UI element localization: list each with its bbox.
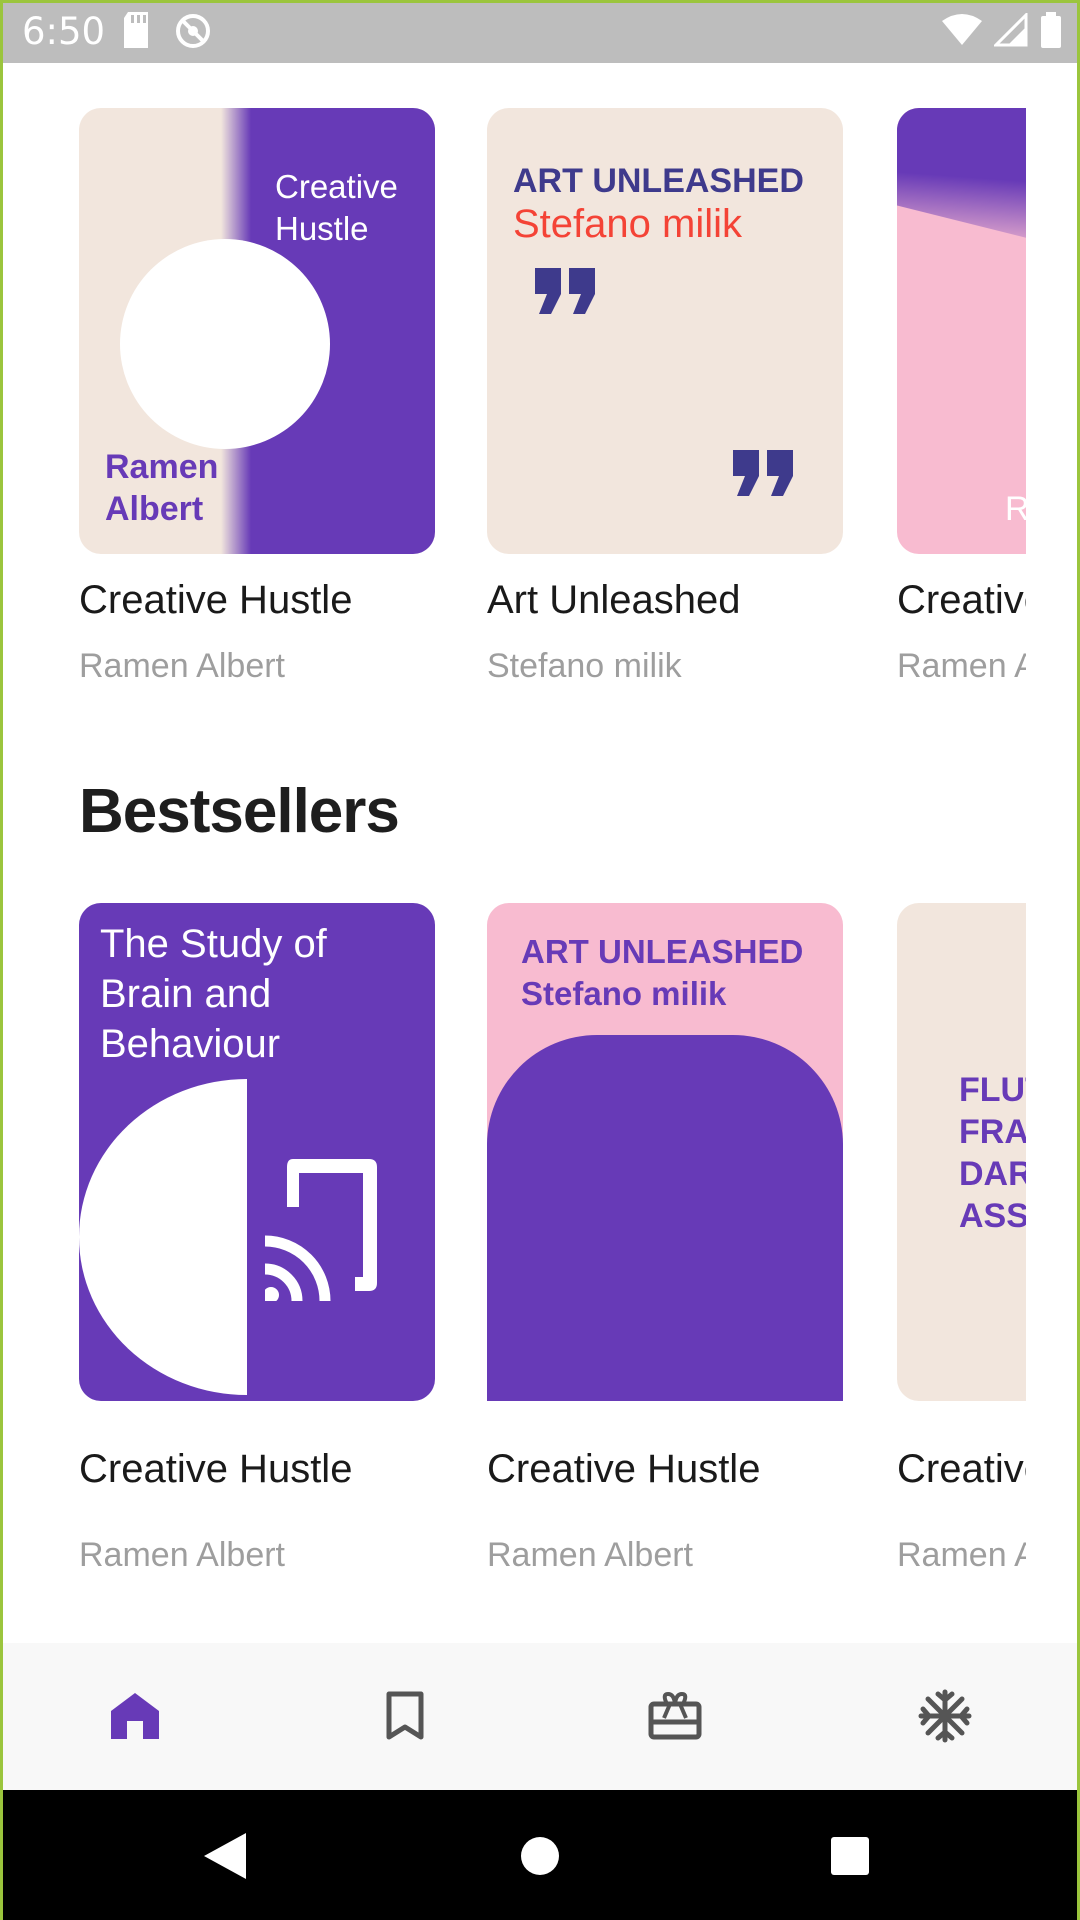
section-title-bestsellers: Bestsellers [79,777,400,846]
cover-corner-text: R [1005,490,1026,528]
cover-author-line: Albert [105,490,204,528]
nav-bookmarks[interactable] [370,1683,440,1753]
book-title[interactable]: Creative Hustle [79,578,435,623]
back-button[interactable] [195,1828,255,1888]
recents-button[interactable] [820,1828,880,1888]
home-circle-icon [519,1835,561,1882]
gift-card-icon [648,1691,702,1745]
home-icon [109,1691,161,1746]
bestsellers-carousel[interactable]: The Study of Brain and Behaviour Creativ… [79,903,1026,1603]
cover-subheading: Stefano milik [513,202,742,246]
cover-title-line: The Study of [100,922,327,966]
cover-title-line: FRA [959,1113,1026,1151]
cover-heading: ART UNLEASHED [513,162,804,200]
status-bar: 6:50 [0,0,1080,63]
book-title[interactable]: Art Unleashed [487,578,843,623]
cover-title-line: Creative [275,168,398,205]
status-time: 6:50 [22,10,106,53]
system-navigation-bar [0,1790,1080,1920]
back-icon [202,1831,248,1886]
book-card[interactable]: ART UNLEASHED Stefano milik Creative Hus… [487,903,843,1575]
book-title[interactable]: Creative Hustle [79,1447,435,1492]
book-card[interactable]: ART UNLEASHED Stefano milik Art Unleashe… [487,108,843,686]
book-cover[interactable]: FLUT FRA DAR ASS [897,903,1026,1401]
quote-close-icon [731,450,797,503]
nav-home[interactable] [100,1683,170,1753]
signal-icon [992,11,1028,52]
book-card[interactable]: The Study of Brain and Behaviour Creativ… [79,903,435,1575]
bottom-navigation [0,1643,1080,1790]
cover-title-line: FLUT [959,1071,1026,1109]
book-author: Stefano milik [487,647,682,685]
wifi-icon [942,13,982,52]
book-title[interactable]: Creative Hustle [487,1447,843,1492]
cover-title-line: ASS [959,1197,1026,1235]
battery-icon [1040,12,1062,53]
book-title[interactable]: Creative Hustle [897,1447,1026,1492]
home-button[interactable] [510,1828,570,1888]
book-author: Ramen Albert [79,647,285,685]
book-cover[interactable]: ART UNLEASHED Stefano milik [487,903,843,1401]
book-author: Ramen Albert [79,1536,285,1574]
snowflake-icon [918,1689,972,1748]
book-cover[interactable]: The Study of Brain and Behaviour [79,903,435,1401]
book-cover[interactable]: Creative Hustle Ramen Albert [79,108,435,554]
cover-title-line: Hustle [275,210,369,247]
cover-subheading: Stefano milik [521,975,727,1012]
book-title[interactable]: Creative Hustle [897,578,1026,623]
book-card[interactable]: FLUT FRA DAR ASS Creative Hustle Ramen A… [897,903,1026,1575]
book-card[interactable]: Creative Hustle Ramen Albert Creative Hu… [79,108,435,686]
home-content[interactable]: Creative Hustle Ramen Albert Creative Hu… [0,63,1080,1643]
nav-settings[interactable] [910,1683,980,1753]
cover-heading: ART UNLEASHED [521,933,804,970]
book-author: Ramen Albert [487,1536,693,1574]
cast-icon [263,1151,383,1306]
book-card[interactable]: R Creative Hustle Ramen Albert [897,108,1026,686]
sd-card-icon [122,12,150,55]
nav-gifts[interactable] [640,1683,710,1753]
cover-title-line: Behaviour [100,1022,281,1066]
cover-title-line: Brain and [100,972,272,1016]
recents-icon [829,1835,871,1882]
cover-author-line: Ramen [105,448,219,486]
book-cover[interactable]: R [897,108,1026,554]
bookmark-icon [385,1691,425,1746]
book-cover[interactable]: ART UNLEASHED Stefano milik [487,108,843,554]
sync-disabled-icon [174,12,212,55]
featured-carousel[interactable]: Creative Hustle Ramen Albert Creative Hu… [79,108,1026,748]
cover-title-line: DAR [959,1155,1026,1193]
book-author: Ramen Albert [897,1536,1026,1574]
quote-open-icon [533,268,599,321]
book-author: Ramen Albert [897,647,1026,685]
